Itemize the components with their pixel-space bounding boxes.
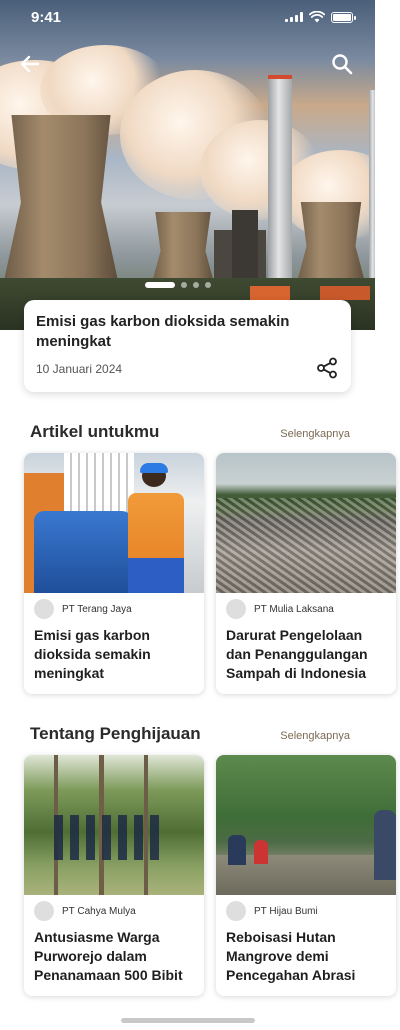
- search-button[interactable]: [328, 50, 356, 78]
- back-button[interactable]: [16, 50, 44, 78]
- status-icons: [285, 11, 356, 23]
- publisher: PT Hijau Bumi: [226, 901, 318, 921]
- publisher-name: PT Cahya Mulya: [62, 905, 136, 917]
- article-card[interactable]: PT Mulia Laksana Darurat Pengelolaan dan…: [216, 453, 396, 694]
- section-title: Artikel untukmu: [30, 422, 160, 441]
- carousel-dot[interactable]: [205, 282, 211, 288]
- article-image: [216, 453, 396, 593]
- carousel-dot[interactable]: [193, 282, 199, 288]
- share-icon: [317, 357, 337, 379]
- article-title: Darurat Pengelolaan dan Penanggulangan S…: [226, 627, 368, 681]
- carousel-dot[interactable]: [181, 282, 187, 288]
- publisher-name: PT Hijau Bumi: [254, 905, 318, 917]
- avatar: [34, 901, 54, 921]
- avatar: [226, 901, 246, 921]
- hero-banner[interactable]: 9:41: [0, 0, 375, 330]
- article-title: Antusiasme Warga Purworejo dalam Penanam…: [34, 929, 183, 983]
- avatar: [34, 599, 54, 619]
- see-more-link[interactable]: Selengkapnya: [280, 730, 350, 742]
- publisher-name: PT Mulia Laksana: [254, 603, 334, 615]
- article-title: Emisi gas karbon dioksida semakin mening…: [34, 627, 151, 681]
- home-indicator[interactable]: [121, 1018, 255, 1023]
- share-button[interactable]: [315, 356, 339, 380]
- article-title: Reboisasi Hutan Mangrove demi Pencegahan…: [226, 929, 356, 983]
- section-header: Artikel untukmu Selengkapnya: [30, 422, 350, 442]
- headline-date: 10 Januari 2024: [36, 362, 123, 376]
- chimney: [369, 90, 375, 290]
- headline-card[interactable]: Emisi gas karbon dioksida semakin mening…: [24, 300, 351, 392]
- article-card[interactable]: PT Cahya Mulya Antusiasme Warga Purworej…: [24, 755, 204, 996]
- cooling-tower: [2, 115, 120, 290]
- status-bar: 9:41: [0, 0, 375, 34]
- chimney: [268, 75, 292, 290]
- publisher: PT Mulia Laksana: [226, 599, 334, 619]
- signal-icon: [285, 12, 303, 22]
- publisher: PT Cahya Mulya: [34, 901, 136, 921]
- publisher-name: PT Terang Jaya: [62, 603, 132, 615]
- wifi-icon: [309, 11, 325, 23]
- back-arrow-icon: [20, 55, 40, 73]
- status-time: 9:41: [31, 8, 62, 26]
- factory-roof: [250, 286, 290, 300]
- headline-title: Emisi gas karbon dioksida semakin mening…: [36, 313, 290, 350]
- article-card[interactable]: PT Terang Jaya Emisi gas karbon dioksida…: [24, 453, 204, 694]
- section-title: Tentang Penghijauan: [30, 724, 201, 743]
- article-image: [24, 755, 204, 895]
- publisher: PT Terang Jaya: [34, 599, 132, 619]
- article-image: [216, 755, 396, 895]
- cooling-tower: [295, 202, 367, 290]
- carousel-indicator: [145, 282, 211, 288]
- avatar: [226, 599, 246, 619]
- see-more-link[interactable]: Selengkapnya: [280, 428, 350, 440]
- section-header: Tentang Penghijauan Selengkapnya: [30, 724, 350, 744]
- article-image: [24, 453, 204, 593]
- factory-roof: [320, 286, 370, 300]
- carousel-dot-active[interactable]: [145, 282, 175, 288]
- search-icon: [332, 54, 353, 75]
- article-card[interactable]: PT Hijau Bumi Reboisasi Hutan Mangrove d…: [216, 755, 396, 996]
- battery-icon: [331, 11, 356, 23]
